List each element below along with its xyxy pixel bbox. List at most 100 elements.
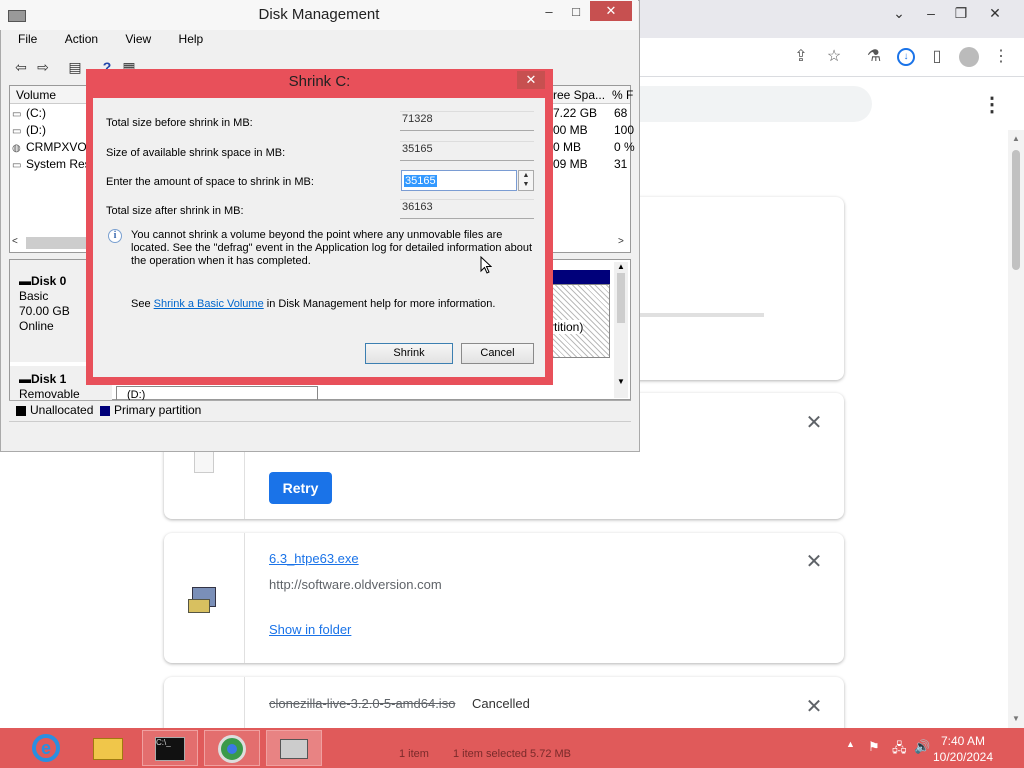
menu-help[interactable]: Help xyxy=(169,32,204,46)
download-card-3: 6.3_htpe63.exe http://software.oldversio… xyxy=(164,533,844,663)
drive-icon: ▭ xyxy=(12,126,22,137)
volume-row[interactable]: ▭ System Res xyxy=(12,157,91,171)
disk0-size: 70.00 GB xyxy=(19,304,70,318)
primary-swatch xyxy=(100,405,110,416)
scroll-up-arrow[interactable]: ▲ xyxy=(1008,132,1024,146)
shrink-dialog-close-button[interactable]: ✕ xyxy=(517,71,545,89)
dm-maximize-button[interactable]: □ xyxy=(563,2,589,22)
shrink-amount-value[interactable]: 35165 xyxy=(404,175,437,187)
labs-icon[interactable]: ⚗ xyxy=(863,46,885,68)
partition-label: rtition) xyxy=(550,320,584,334)
graphical-vscrollbar[interactable]: ▲ ▼ xyxy=(614,262,628,398)
scroll-down-arrow[interactable]: ▼ xyxy=(1008,712,1024,726)
shrink-amount-spinner[interactable]: ▲ ▼ xyxy=(518,170,534,191)
volume-name: System Res xyxy=(26,157,91,171)
volume-row[interactable]: ▭ (C:) xyxy=(12,106,46,120)
download-icon[interactable]: ↓ xyxy=(895,46,917,68)
drive-icon: ▭ xyxy=(12,160,22,171)
spin-down-icon[interactable]: ▼ xyxy=(519,180,533,189)
tray-overflow-icon[interactable]: ▲ xyxy=(846,739,855,749)
column-free-space[interactable]: ree Spa... xyxy=(553,88,605,102)
vscroll-thumb[interactable] xyxy=(617,273,625,323)
dm-close-button[interactable]: ✕ xyxy=(590,1,632,21)
volume-row[interactable]: ◍ CRMPXVO xyxy=(12,140,87,154)
download-filename[interactable]: clonezilla-live-3.2.0-5-amd64.iso xyxy=(269,696,455,711)
cancel-button[interactable]: Cancel xyxy=(461,343,534,364)
pct-free-value: 0 % xyxy=(614,140,635,154)
chrome-tab-search-icon[interactable]: ⌄ xyxy=(884,2,914,24)
mouse-cursor xyxy=(480,255,493,274)
page-scrollbar[interactable] xyxy=(1008,130,1024,728)
help-line: See Shrink a Basic Volume in Disk Manage… xyxy=(131,298,495,310)
shrink-amount-label: Enter the amount of space to shrink in M… xyxy=(106,176,314,188)
remove-download-icon[interactable]: ✕ xyxy=(802,411,826,435)
spin-up-icon[interactable]: ▲ xyxy=(519,171,533,180)
dm-minimize-button[interactable]: – xyxy=(536,2,562,22)
remove-download-icon[interactable]: ✕ xyxy=(802,550,826,574)
free-space-value: 7.22 GB xyxy=(553,106,598,120)
console-tree-icon[interactable]: ▤ xyxy=(66,58,84,76)
clock-date: 10/20/2024 xyxy=(932,750,994,764)
file-icon xyxy=(194,449,214,473)
chrome-minimize-button[interactable]: – xyxy=(916,2,946,24)
chrome-close-button[interactable]: ✕ xyxy=(980,2,1010,24)
disk0-type: Basic xyxy=(19,289,49,303)
menu-view[interactable]: View xyxy=(115,32,151,46)
menu-file[interactable]: File xyxy=(8,32,37,46)
hscroll-thumb[interactable] xyxy=(26,237,90,249)
shrink-amount-input[interactable]: 35165 xyxy=(401,170,517,191)
menu-icon[interactable]: ⋮ xyxy=(990,46,1012,68)
dm-status-bar xyxy=(9,421,631,442)
column-volume[interactable]: Volume xyxy=(16,88,56,102)
profile-icon[interactable] xyxy=(958,46,980,68)
taskbar-disk-management-icon[interactable] xyxy=(266,730,322,766)
chrome-restore-button[interactable]: ❐ xyxy=(946,2,976,24)
network-icon[interactable]: 🖧 xyxy=(892,739,907,761)
hscroll-left-arrow[interactable]: < xyxy=(12,236,18,247)
scrollbar-thumb[interactable] xyxy=(1012,150,1020,270)
disk-icon: ▬ xyxy=(19,372,31,386)
show-in-folder-link[interactable]: Show in folder xyxy=(269,622,351,637)
disk1-partition[interactable]: (D:) xyxy=(116,386,318,401)
taskbar-cmd-icon[interactable]: C:\_ xyxy=(142,730,198,766)
sidepanel-icon[interactable]: ▯ xyxy=(926,46,948,68)
free-space-value: 00 MB xyxy=(553,123,588,137)
vscroll-up-arrow[interactable]: ▲ xyxy=(614,262,628,271)
shrink-button[interactable]: Shrink xyxy=(365,343,453,364)
volume-row[interactable]: ▭ (D:) xyxy=(12,123,46,137)
back-arrow-icon[interactable]: ⇦ xyxy=(12,58,30,76)
taskbar-explorer-icon[interactable] xyxy=(80,730,136,766)
downloads-menu-icon[interactable]: ⋮ xyxy=(982,92,1002,118)
pct-free-value: 68 xyxy=(614,106,628,120)
taskbar-ie-icon[interactable]: e xyxy=(18,730,74,766)
taskbar-clock[interactable]: 7:40 AM 10/20/2024 xyxy=(928,733,998,765)
info-icon: i xyxy=(108,229,122,243)
action-center-flag-icon[interactable]: ⚑ xyxy=(868,739,880,755)
download-filename-link[interactable]: 6.3_htpe63.exe xyxy=(269,551,359,566)
remove-download-icon[interactable]: ✕ xyxy=(802,695,826,719)
download-status: Cancelled xyxy=(472,696,530,711)
legend-primary: Primary partition xyxy=(100,403,201,417)
star-icon[interactable]: ☆ xyxy=(823,46,845,68)
disk-icon: ▬ xyxy=(19,274,31,288)
shrink-help-link[interactable]: Shrink a Basic Volume xyxy=(154,298,264,310)
menu-action[interactable]: Action xyxy=(55,32,98,46)
total-after-label: Total size after shrink in MB: xyxy=(106,205,244,217)
card-divider xyxy=(244,533,245,663)
taskbar-chrome-icon[interactable] xyxy=(204,730,260,766)
hscroll-right-arrow[interactable]: > xyxy=(618,236,624,247)
download-url: http://software.oldversion.com xyxy=(269,577,442,592)
pct-free-value: 100 xyxy=(614,123,635,137)
explorer-status-items: 1 item xyxy=(399,748,429,760)
pct-free-value: 31 xyxy=(614,157,628,171)
volume-name: (D:) xyxy=(26,123,46,137)
downloads-search-box[interactable] xyxy=(640,86,872,122)
vscroll-down-arrow[interactable]: ▼ xyxy=(614,377,628,386)
share-icon[interactable]: ⇪ xyxy=(790,46,812,68)
forward-arrow-icon[interactable]: ⇨ xyxy=(34,58,52,76)
installer-icon xyxy=(188,583,220,615)
free-space-value: 0 MB xyxy=(553,140,582,154)
column-pct-free[interactable]: % F xyxy=(612,88,633,102)
disk0-state: Online xyxy=(19,319,54,333)
retry-button[interactable]: Retry xyxy=(269,472,332,504)
